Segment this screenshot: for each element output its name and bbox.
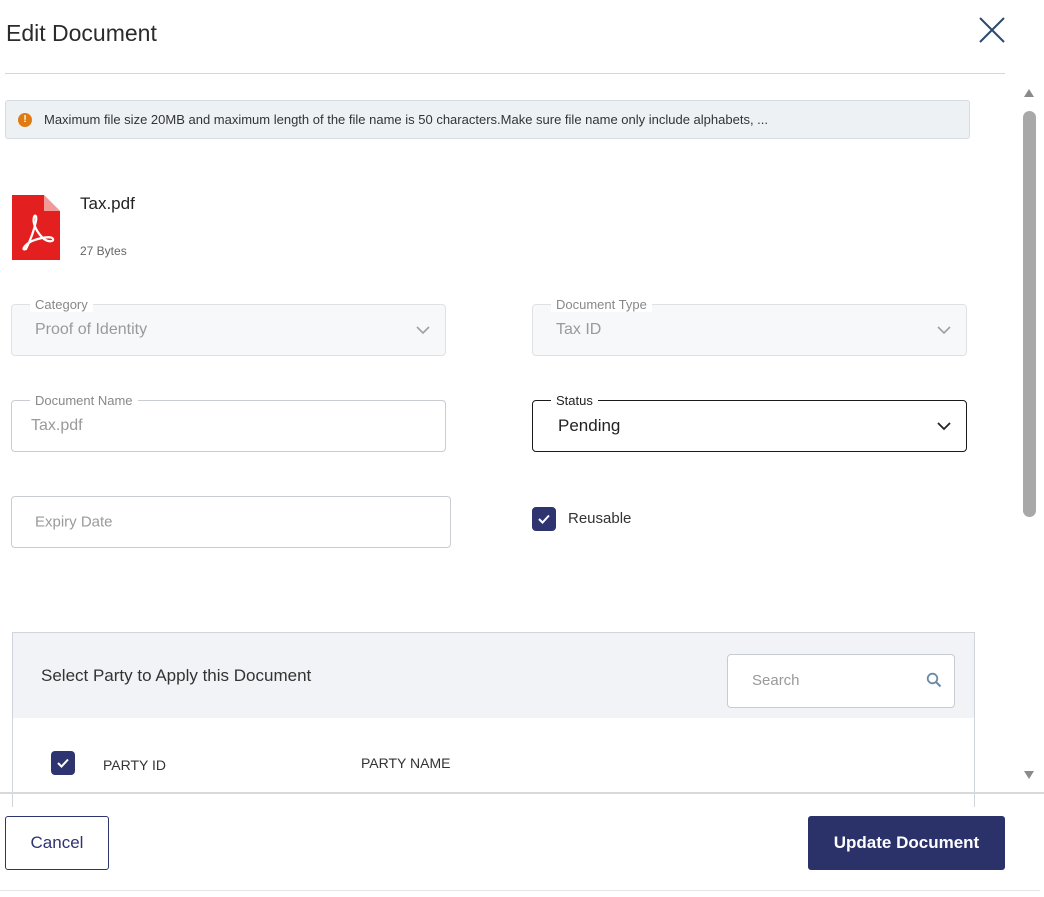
notice-text: Maximum file size 20MB and maximum lengt… (44, 112, 769, 127)
party-search-box[interactable] (727, 654, 955, 708)
document-type-select: Document Type Tax ID (532, 297, 967, 356)
reusable-checkbox[interactable] (532, 507, 556, 531)
status-value[interactable]: Pending (558, 416, 620, 436)
status-label: Status (551, 393, 598, 408)
party-selection-panel: Select Party to Apply this Document PART… (12, 632, 975, 807)
expiry-date-placeholder[interactable]: Expiry Date (35, 514, 113, 531)
pdf-file-icon (12, 195, 60, 260)
warning-info-icon: ! (18, 112, 32, 127)
category-select: Category Proof of Identity (11, 297, 446, 356)
select-all-parties-checkbox[interactable] (51, 751, 75, 775)
footer-divider (0, 792, 1044, 794)
party-id-column-header: PARTY ID (103, 757, 167, 773)
expiry-date-field[interactable]: Expiry Date (11, 496, 451, 548)
dialog-bottom-edge (0, 890, 1040, 891)
checkmark-icon (57, 758, 69, 768)
scroll-down-arrow-icon[interactable] (1023, 770, 1035, 780)
document-name-label: Document Name (30, 393, 138, 408)
document-name-value[interactable]: Tax.pdf (31, 417, 83, 435)
dialog-title: Edit Document (6, 20, 157, 46)
party-name-column-header: PARTY NAME (361, 755, 451, 771)
chevron-down-icon (937, 326, 951, 335)
close-icon[interactable] (974, 14, 1010, 50)
chevron-down-icon (416, 326, 430, 335)
checkmark-icon (538, 514, 550, 524)
status-select[interactable]: Status Pending (532, 393, 967, 452)
reusable-label: Reusable (568, 510, 632, 527)
party-panel-title: Select Party to Apply this Document (41, 666, 312, 685)
close-button[interactable] (974, 14, 1010, 50)
file-requirements-notice: ! Maximum file size 20MB and maximum len… (5, 100, 970, 139)
chevron-down-icon[interactable] (936, 421, 952, 431)
document-type-value: Tax ID (556, 321, 602, 338)
document-type-label: Document Type (551, 297, 652, 312)
scrollbar-thumb[interactable] (1023, 111, 1036, 517)
document-name-field[interactable]: Document Name Tax.pdf (11, 393, 446, 452)
category-label: Category (30, 297, 93, 312)
cancel-button[interactable]: Cancel (5, 816, 109, 870)
update-document-button[interactable]: Update Document (808, 816, 1005, 870)
search-icon[interactable] (926, 672, 942, 688)
file-size: 27 Bytes (80, 244, 127, 258)
scroll-up-arrow-icon[interactable] (1023, 88, 1035, 98)
party-panel-header: Select Party to Apply this Document (13, 633, 974, 718)
party-search-input[interactable] (750, 671, 914, 690)
category-value: Proof of Identity (35, 321, 148, 338)
file-name: Tax.pdf (80, 194, 135, 213)
header-divider (5, 73, 1005, 74)
